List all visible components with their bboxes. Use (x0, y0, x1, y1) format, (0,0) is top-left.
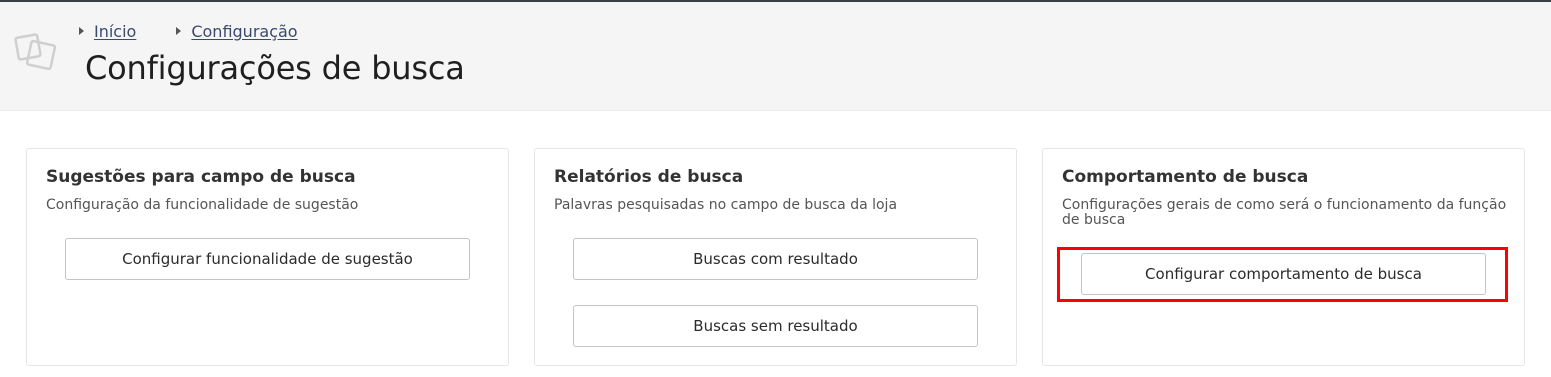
breadcrumb: Início Configuração (79, 20, 338, 42)
card-search-suggestions: Sugestões para campo de busca Configuraç… (26, 148, 509, 366)
page-title: Configurações de busca (85, 49, 465, 87)
breadcrumb-link-configuracao[interactable]: Configuração (191, 22, 297, 41)
breadcrumb-link-inicio[interactable]: Início (94, 22, 136, 41)
card-description: Configurações gerais de como será o func… (1062, 197, 1507, 228)
card-title: Relatórios de busca (554, 167, 744, 187)
caret-right-icon (79, 27, 84, 35)
card-description: Palavras pesquisadas no campo de busca d… (554, 197, 898, 213)
breadcrumb-item-configuracao: Configuração (176, 22, 298, 41)
breadcrumb-item-inicio: Início (79, 22, 136, 41)
card-search-behavior: Comportamento de busca Configurações ger… (1042, 148, 1525, 366)
card-description: Configuração da funcionalidade de sugest… (46, 197, 359, 213)
app-logo-icon (14, 33, 57, 71)
configure-suggestion-button[interactable]: Configurar funcionalidade de sugestão (65, 238, 470, 280)
card-title: Sugestões para campo de busca (46, 167, 356, 187)
card-search-reports: Relatórios de busca Palavras pesquisadas… (534, 148, 1017, 366)
card-title: Comportamento de busca (1062, 167, 1309, 187)
caret-right-icon (176, 27, 182, 35)
configure-behavior-button[interactable]: Configurar comportamento de busca (1081, 253, 1486, 295)
page-header: Início Configuração Configurações de bus… (0, 2, 1551, 111)
searches-with-results-button[interactable]: Buscas com resultado (573, 238, 978, 280)
searches-without-results-button[interactable]: Buscas sem resultado (573, 305, 978, 347)
